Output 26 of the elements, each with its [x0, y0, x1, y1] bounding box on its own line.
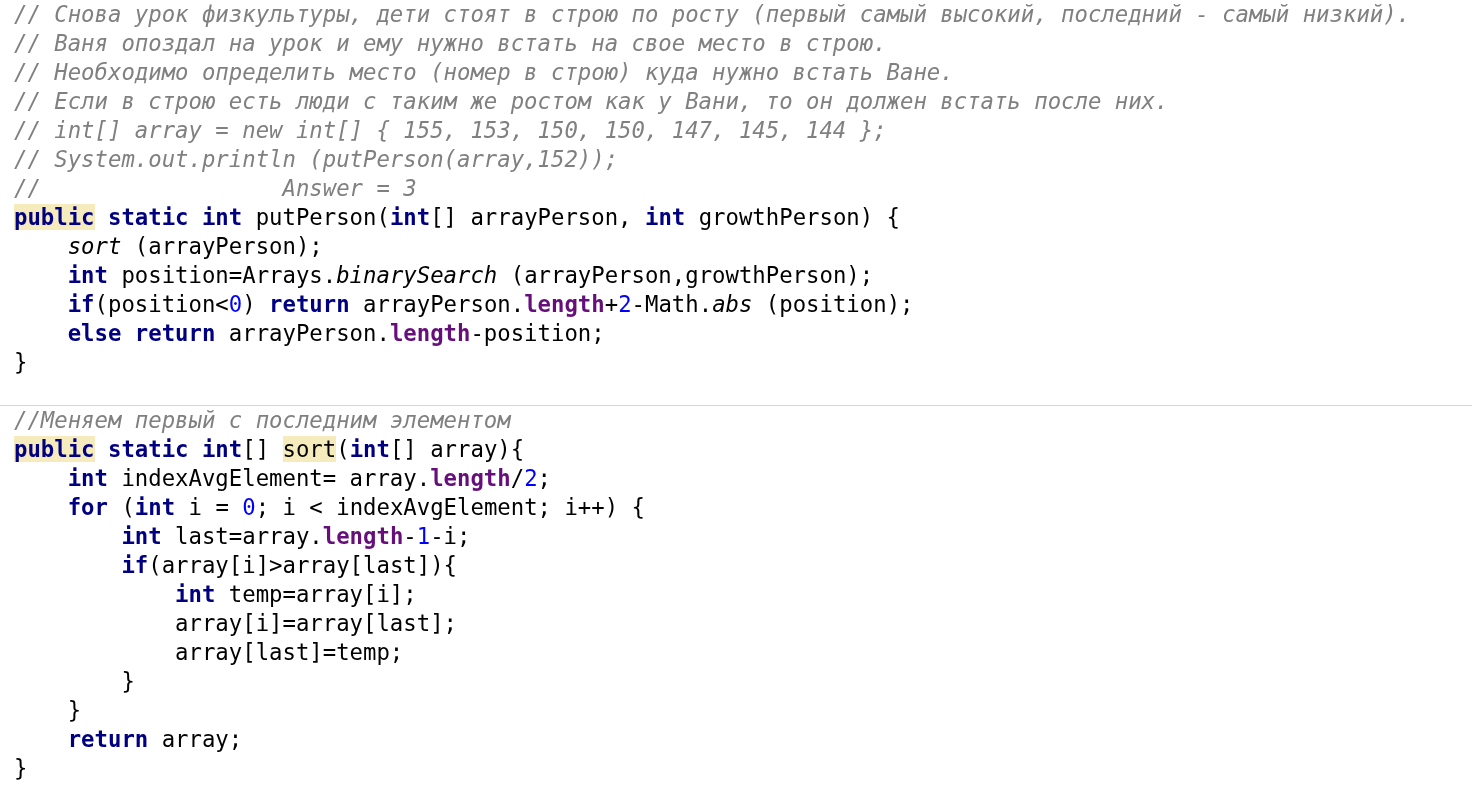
code-line: int temp=array[i]; [174, 580, 418, 609]
code-comment: // Необходимо определить место (номер в строю) куда нужно встать Ване. [14, 58, 955, 87]
code-line: int indexAvgElement= array.length/2; [66, 464, 552, 493]
code-line: } [14, 348, 29, 377]
code-line: int last=array.length-1-i; [120, 522, 472, 551]
code-line: } [14, 754, 29, 783]
code-line: } [120, 667, 136, 696]
code-line: array[i]=array[last]; [174, 609, 458, 638]
code-comment: // Ваня опоздал на урок и ему нужно встать на свое место в строю. [14, 29, 888, 58]
code-line: array[last]=temp; [174, 638, 405, 667]
code-comment: // System.out.println (putPerson(array,152)); [14, 145, 620, 174]
code-line: } [66, 696, 83, 725]
code-line: if(array[i]>array[last]){ [120, 551, 458, 580]
code-comment: //Меняем первый с последним элементом [14, 406, 513, 435]
code-comment: // int[] array = new int[] { 155, 153, 150, 150, 147, 145, 144 }; [14, 116, 888, 145]
code-line: sort (arrayPerson); [66, 232, 324, 261]
code-line: int position=Arrays.binarySearch (arrayPerson,growthPerson); [66, 261, 875, 290]
code-line: for (int i = 0; i < indexAvgElement; i++) { [66, 493, 646, 522]
code-comment: // Снова урок физкультуры, дети стоят в строю по росту (первый самый высокий, последний - самый низкий). [14, 0, 1412, 29]
code-line: if(position<0) return arrayPerson.length+2-Math.abs (position); [66, 290, 915, 319]
code-line: public static int[] sort(int[] array){ [14, 435, 526, 464]
code-line: public static int putPerson(int[] arrayPerson, int growthPerson) { [14, 203, 902, 232]
code-line: else return arrayPerson.length-position; [66, 319, 606, 348]
code-comment: // Answer = 3 [14, 174, 418, 203]
code-comment: // Если в строю есть люди с таким же ростом как у Вани, то он должен встать после них. [14, 87, 1170, 116]
code-line: return array; [66, 725, 244, 754]
